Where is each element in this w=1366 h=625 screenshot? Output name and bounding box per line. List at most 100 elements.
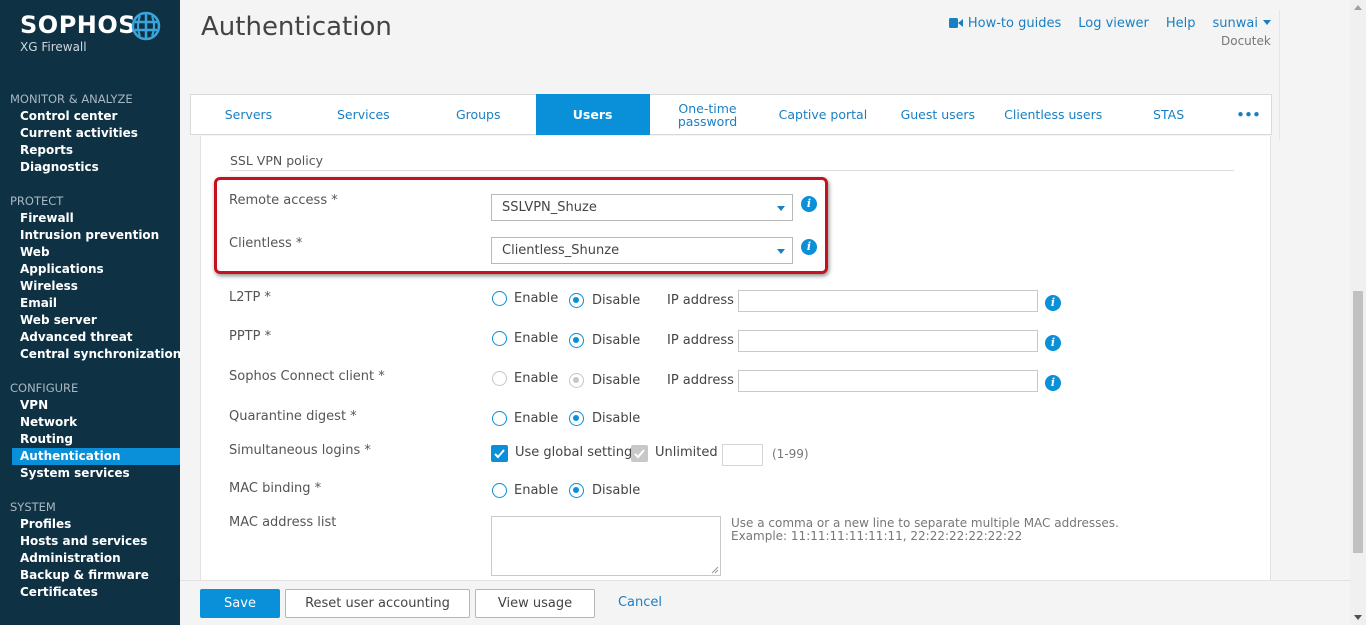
nav-heading: PROTECT <box>10 194 64 208</box>
help-link[interactable]: Help <box>1166 16 1196 31</box>
unlimited-checkbox[interactable] <box>631 445 648 462</box>
sophos-logo-icon <box>131 11 161 41</box>
tab-guest-users[interactable]: Guest users <box>880 95 995 134</box>
nav-heading: SYSTEM <box>10 500 56 514</box>
sidebar-item-reports[interactable]: Reports <box>0 142 180 159</box>
tab-clientless-users[interactable]: Clientless users <box>995 95 1111 134</box>
simultaneous-logins-label: Simultaneous logins * <box>229 443 371 458</box>
save-button[interactable]: Save <box>200 589 280 618</box>
l2tp-enable-radio[interactable] <box>492 291 507 306</box>
sidebar-item-authentication[interactable]: Authentication <box>12 448 180 465</box>
sidebar-item-control-center[interactable]: Control center <box>0 108 180 125</box>
sophos-connect-ip-input[interactable] <box>738 370 1038 392</box>
mac-binding-label: MAC binding * <box>229 481 322 496</box>
nav-section-protect: PROTECT Firewall Intrusion prevention We… <box>0 193 181 363</box>
quarantine-enable-radio[interactable] <box>492 411 507 426</box>
company-name: Docutek <box>1221 34 1271 48</box>
checkmark-icon <box>634 449 645 459</box>
scrollbar-thumb[interactable] <box>1353 291 1363 553</box>
l2tp-label: L2TP * <box>229 290 271 305</box>
section-title: SSL VPN policy <box>230 153 324 168</box>
sidebar-item-intrusion-prevention[interactable]: Intrusion prevention <box>0 227 180 244</box>
quarantine-disable-radio[interactable] <box>569 411 584 426</box>
user-menu[interactable]: sunwai <box>1213 16 1271 31</box>
sidebar-item-central-synchronization[interactable]: Central synchronization <box>0 346 181 363</box>
simultaneous-logins-input[interactable] <box>722 444 763 466</box>
sidebar-item-routing[interactable]: Routing <box>0 431 180 448</box>
scroll-up-icon[interactable] <box>1354 5 1362 10</box>
mac-address-list-textarea[interactable] <box>491 516 721 576</box>
pptp-enable-radio[interactable] <box>492 331 507 346</box>
tab-more[interactable]: ••• <box>1226 95 1271 134</box>
page-title: Authentication <box>201 12 392 42</box>
scroll-down-icon[interactable] <box>1354 615 1362 620</box>
tab-servers[interactable]: Servers <box>191 95 306 134</box>
info-icon[interactable]: i <box>1045 295 1061 311</box>
resize-grip-icon[interactable] <box>711 566 719 574</box>
l2tp-enable-label: Enable <box>514 291 559 306</box>
sidebar: SOPHOS XG Firewall MONITOR & ANALYZE Con… <box>0 0 181 625</box>
sidebar-item-current-activities[interactable]: Current activities <box>0 125 180 142</box>
mac-binding-disable-radio[interactable] <box>569 483 584 498</box>
howto-guides-link[interactable]: How-to guides <box>948 16 1062 31</box>
nav-section-system: SYSTEM Profiles Hosts and services Admin… <box>0 499 180 601</box>
info-icon[interactable]: i <box>1045 375 1061 391</box>
header-divider <box>1279 10 1280 140</box>
use-global-setting-checkbox[interactable] <box>491 445 508 462</box>
quarantine-label: Quarantine digest * <box>229 409 357 424</box>
sidebar-item-certificates[interactable]: Certificates <box>0 584 180 601</box>
quarantine-enable-label: Enable <box>514 411 559 426</box>
sidebar-item-advanced-threat[interactable]: Advanced threat <box>0 329 180 346</box>
cancel-button[interactable]: Cancel <box>610 589 670 618</box>
video-camera-icon <box>948 18 963 28</box>
scrollbar[interactable] <box>1350 0 1366 625</box>
brand-product: XG Firewall <box>20 40 87 54</box>
sidebar-item-web[interactable]: Web <box>0 244 180 261</box>
checkmark-icon <box>494 449 505 459</box>
l2tp-disable-label: Disable <box>592 293 641 308</box>
sidebar-item-email[interactable]: Email <box>0 295 180 312</box>
sidebar-item-profiles[interactable]: Profiles <box>0 516 180 533</box>
highlight-annotation <box>214 177 828 274</box>
sidebar-item-hosts-and-services[interactable]: Hosts and services <box>0 533 180 550</box>
tab-stas[interactable]: STAS <box>1111 95 1226 134</box>
sophos-connect-disable-radio[interactable] <box>569 373 584 388</box>
reset-user-accounting-button[interactable]: Reset user accounting <box>285 589 470 618</box>
l2tp-disable-radio[interactable] <box>569 293 584 308</box>
sidebar-item-system-services[interactable]: System services <box>0 465 180 482</box>
view-usage-button[interactable]: View usage <box>475 589 595 618</box>
sidebar-item-wireless[interactable]: Wireless <box>0 278 180 295</box>
tab-bar: Servers Services Groups Users One-time p… <box>190 94 1272 135</box>
sidebar-item-network[interactable]: Network <box>0 414 180 431</box>
pptp-disable-radio[interactable] <box>569 333 584 348</box>
sidebar-item-applications[interactable]: Applications <box>0 261 180 278</box>
user-name: sunwai <box>1212 16 1258 31</box>
sidebar-item-diagnostics[interactable]: Diagnostics <box>0 159 180 176</box>
sidebar-item-administration[interactable]: Administration <box>0 550 180 567</box>
quarantine-disable-label: Disable <box>592 411 641 426</box>
nav-heading: CONFIGURE <box>10 381 79 395</box>
sidebar-item-firewall[interactable]: Firewall <box>0 210 180 227</box>
mac-hint-line-2: Example: 11:11:11:11:11:11, 22:22:22:22:… <box>731 529 1023 543</box>
sidebar-item-backup-firmware[interactable]: Backup & firmware <box>0 567 180 584</box>
sidebar-item-vpn[interactable]: VPN <box>0 397 180 414</box>
section-divider <box>230 170 1234 171</box>
chevron-down-icon <box>1263 20 1271 25</box>
sophos-connect-ip-label: IP address <box>667 373 734 388</box>
sidebar-item-web-server[interactable]: Web server <box>0 312 180 329</box>
tab-captive-portal[interactable]: Captive portal <box>765 95 880 134</box>
info-icon[interactable]: i <box>1045 335 1061 351</box>
pptp-ip-input[interactable] <box>738 330 1038 352</box>
tab-one-time-password[interactable]: One-time password <box>650 95 766 134</box>
top-links: How-to guides Log viewer Help sunwai <box>932 16 1271 31</box>
tab-services[interactable]: Services <box>306 95 421 134</box>
tab-groups[interactable]: Groups <box>421 95 536 134</box>
log-viewer-link[interactable]: Log viewer <box>1078 16 1149 31</box>
howto-guides-label: How-to guides <box>967 16 1062 31</box>
l2tp-ip-input[interactable] <box>738 290 1038 312</box>
sophos-connect-enable-radio[interactable] <box>492 371 507 386</box>
mac-binding-enable-radio[interactable] <box>492 483 507 498</box>
unlimited-label: Unlimited <box>655 445 718 460</box>
tab-users[interactable]: Users <box>535 94 650 135</box>
use-global-setting-label: Use global setting <box>515 445 633 460</box>
